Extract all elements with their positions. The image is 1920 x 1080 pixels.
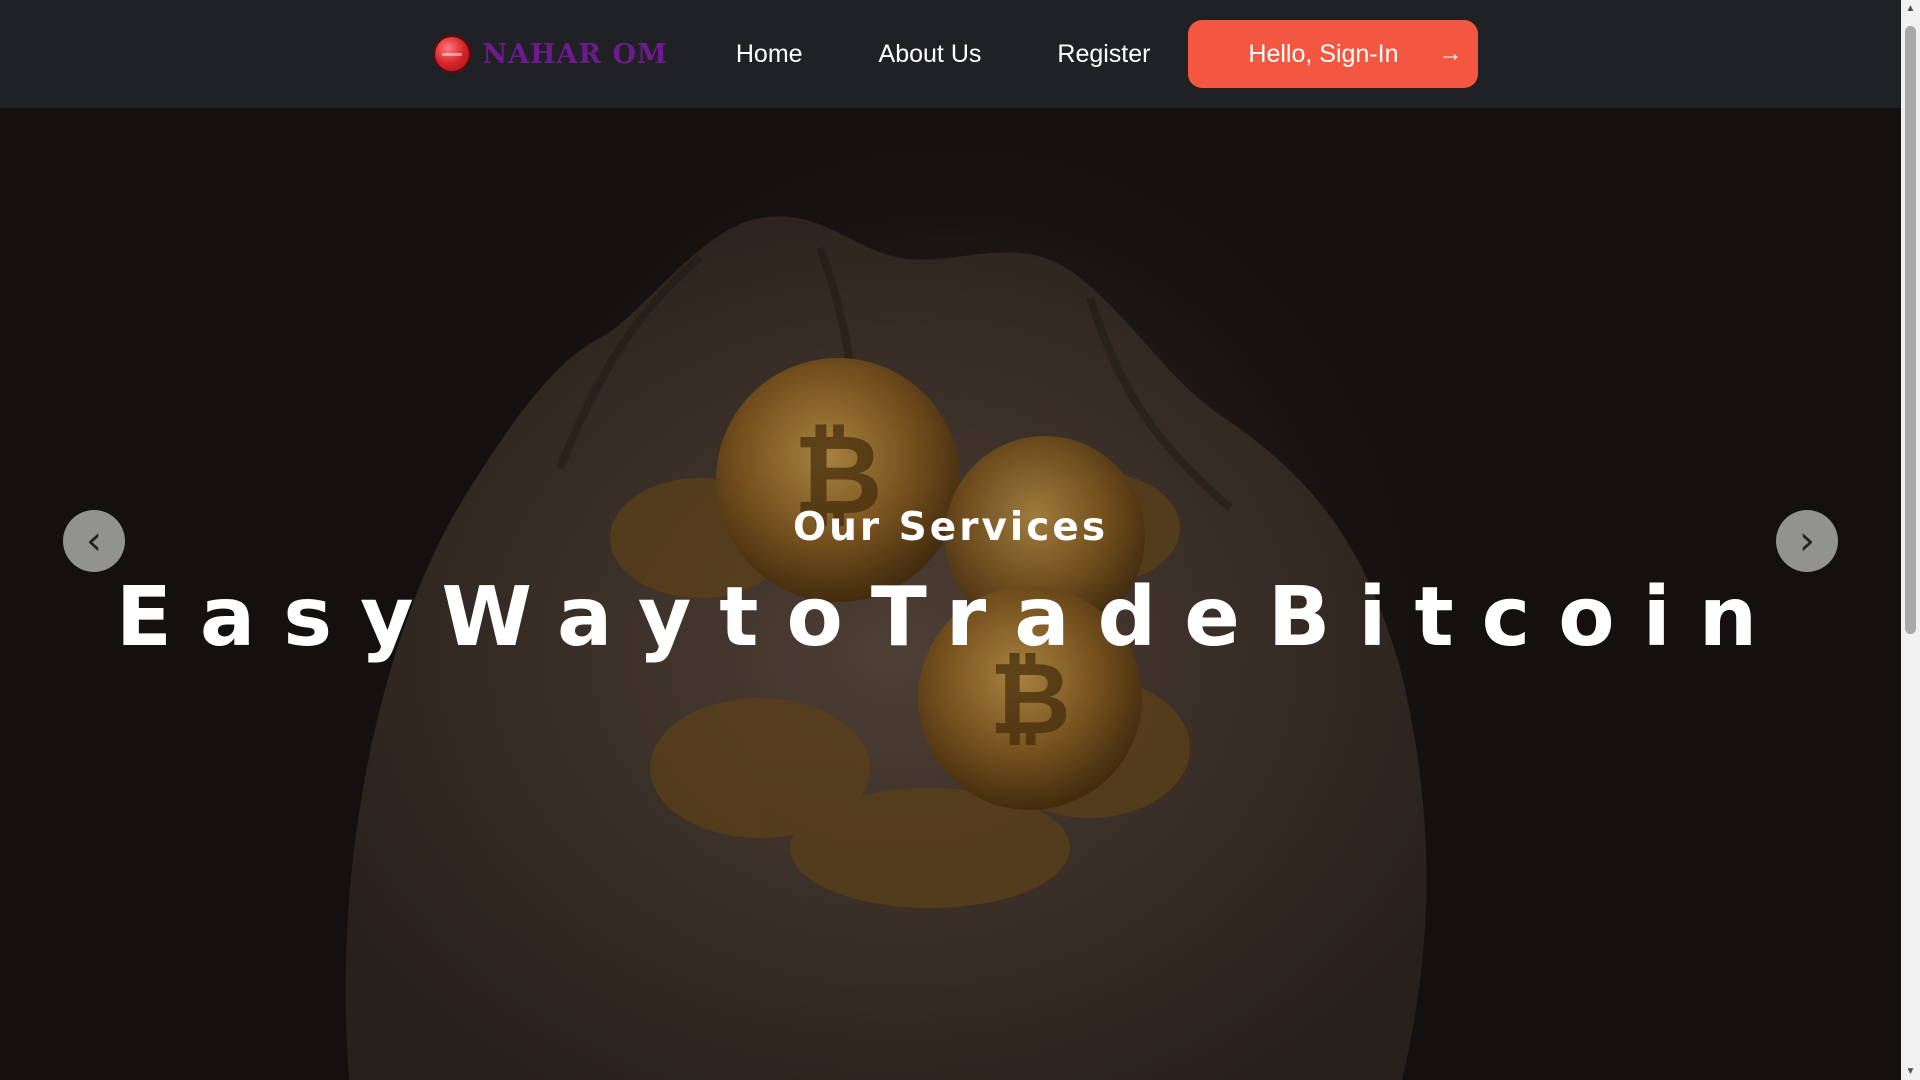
nav-link-home[interactable]: Home xyxy=(698,0,841,108)
logo-disc-shine xyxy=(441,52,462,56)
top-navbar: NAHAR OM Home About Us Register Hello, S… xyxy=(0,0,1901,108)
sign-in-label: Hello, Sign-In xyxy=(1248,39,1399,68)
page-scrollbar[interactable]: ▲ ▼ xyxy=(1901,0,1920,1080)
chevron-right-icon: › xyxy=(1799,518,1815,564)
carousel-prev-button[interactable]: ‹ xyxy=(63,510,125,572)
carousel-next-button[interactable]: › xyxy=(1776,510,1838,572)
nav-link-about-us[interactable]: About Us xyxy=(841,0,1020,108)
sign-in-button[interactable]: Hello, Sign-In → xyxy=(1188,20,1479,88)
red-coin-logo-icon xyxy=(432,35,471,73)
scroll-up-arrow-icon[interactable]: ▲ xyxy=(1901,0,1920,17)
hero-title: EasyWaytoTradeBitcoin xyxy=(115,570,1786,665)
scroll-down-arrow-icon[interactable]: ▼ xyxy=(1901,1063,1920,1080)
logo-text: NAHAR OM xyxy=(482,38,668,70)
nav-inner: NAHAR OM Home About Us Register Hello, S… xyxy=(432,0,1479,108)
nav-link-register[interactable]: Register xyxy=(1019,0,1188,108)
chevron-left-icon: ‹ xyxy=(86,518,102,564)
hero-carousel: ₿ ₿ Our Services EasyWaytoTradeBitcoin ‹… xyxy=(0,108,1901,1080)
hero-subtitle: Our Services xyxy=(792,505,1109,550)
brand-logo[interactable]: NAHAR OM xyxy=(432,35,668,73)
arrow-right-icon: → xyxy=(1438,40,1463,67)
scrollbar-thumb[interactable] xyxy=(1905,26,1916,634)
